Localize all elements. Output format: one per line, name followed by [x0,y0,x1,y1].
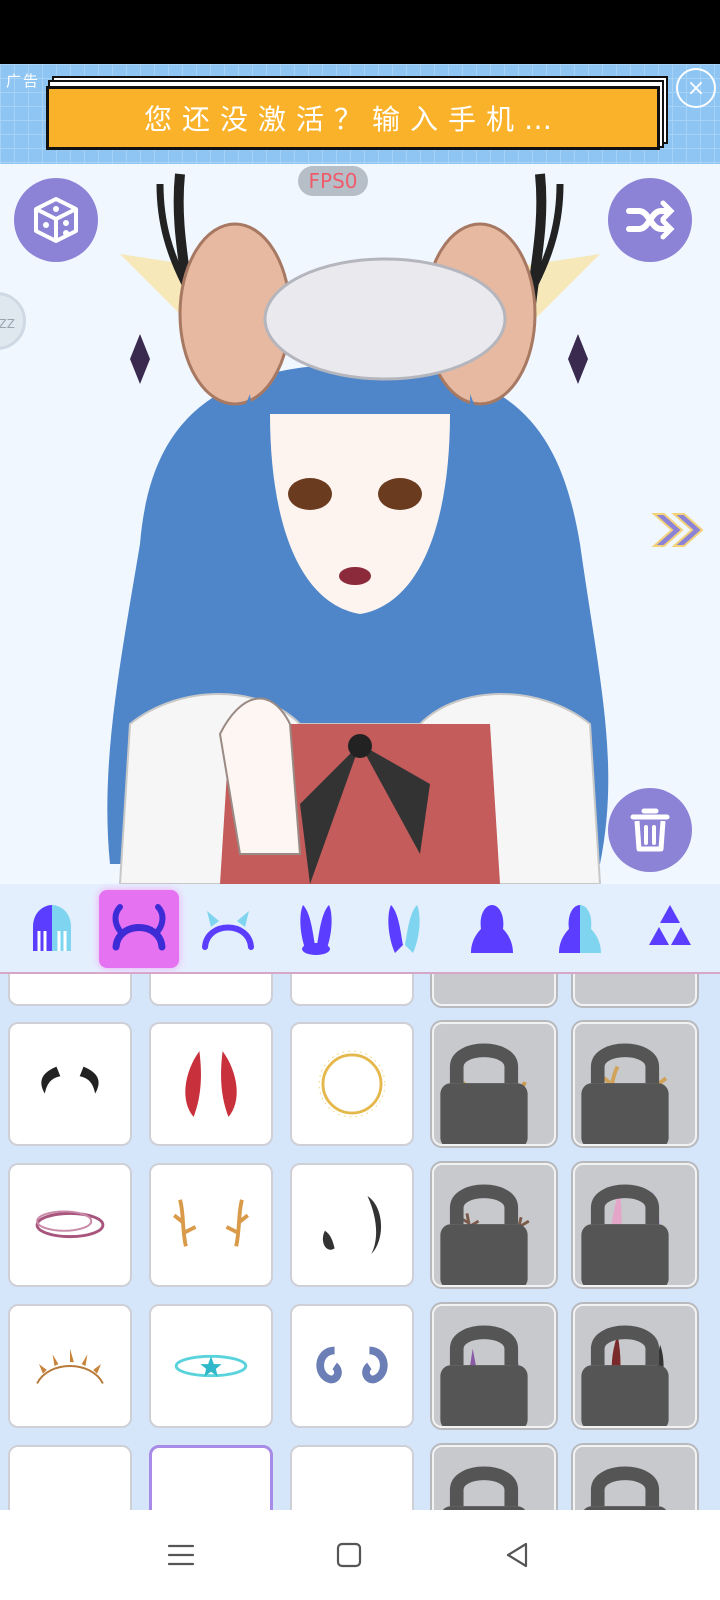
shuffle-button[interactable] [608,178,692,262]
item-tile[interactable] [290,974,414,1006]
character-stage: FPS0 ZZ [0,164,720,884]
item-ram-horns[interactable] [290,1304,414,1428]
item-grid [0,974,720,1510]
golden-halo-icon [318,1050,386,1118]
item-black-curved-horns[interactable] [8,1022,132,1146]
item-tile[interactable] [290,1445,414,1510]
item-tile-locked[interactable] [573,1445,697,1510]
item-purple-spikes[interactable] [432,1304,556,1428]
item-golden-branch-horns[interactable] [432,1022,556,1146]
nav-home-button[interactable] [326,1532,372,1578]
deer-antlers-icon [173,1199,249,1247]
dice-icon [34,197,78,243]
lock-icon [440,1043,528,1144]
ad-close-button[interactable]: × [676,68,716,108]
hair-icon [33,905,71,951]
horns-headband-icon [112,904,166,951]
lock-icon [581,1184,669,1285]
ad-tag: 广告 [6,72,41,90]
menu-icon [167,1544,195,1566]
category-triforce[interactable] [630,890,710,968]
hood-icon [471,905,513,953]
item-golden-antlers[interactable] [573,1022,697,1146]
bunny-ears-alt-icon [388,905,420,953]
item-tile-selected[interactable] [149,1445,273,1510]
item-spiked-crown[interactable] [8,1304,132,1428]
category-bunny-ears[interactable] [276,890,356,968]
cyan-star-halo-icon [174,1354,248,1378]
next-page-button[interactable] [650,510,706,554]
shuffle-icon [626,200,675,240]
lock-icon [440,1325,528,1426]
system-nav-bar [0,1510,720,1600]
item-cyan-star-halo[interactable] [149,1304,273,1428]
lock-icon [440,1184,528,1285]
item-deer-antlers[interactable] [149,1163,273,1287]
category-bunny-ears-alt[interactable] [364,890,444,968]
nav-menu-button[interactable] [158,1532,204,1578]
nav-back-button[interactable] [494,1532,540,1578]
item-pink-ring-halo[interactable] [8,1163,132,1287]
double-chevron-right-icon [651,513,704,547]
item-golden-halo[interactable] [290,1022,414,1146]
black-horns-icon [41,1066,99,1094]
ad-message[interactable]: 您还没激活？输入手机… [46,86,660,150]
back-icon [506,1542,528,1568]
item-tile[interactable] [8,974,132,1006]
status-bar [0,0,720,64]
random-dice-button[interactable] [14,178,98,262]
lock-icon [583,1466,667,1510]
item-brown-antlers[interactable] [432,1163,556,1287]
item-tile-locked[interactable] [432,1445,556,1510]
ram-horns-icon [316,1346,388,1384]
item-pastel-unicorn-horns[interactable] [573,1163,697,1287]
item-tile[interactable] [8,1445,132,1510]
split-hood-icon [559,905,601,953]
item-black-demon-horns[interactable] [290,1163,414,1287]
lock-icon [581,1043,669,1144]
headband-icon [202,911,254,950]
triforce-icon [649,905,691,945]
home-icon [336,1542,362,1568]
category-split-hood[interactable] [540,890,620,968]
category-headband[interactable] [188,890,268,968]
lock-icon [581,1325,669,1426]
category-hair[interactable] [12,890,92,968]
bunny-ears-icon [300,905,332,955]
lock-icon [442,1466,526,1510]
character-illustration [107,173,609,884]
red-horns-icon [185,1051,237,1117]
item-red-horns[interactable] [149,1022,273,1146]
delete-button[interactable] [608,788,692,872]
spiked-crown-icon [36,1348,104,1384]
category-horns[interactable] [99,890,179,968]
pink-ring-halo-icon [35,1210,105,1239]
item-tile[interactable] [149,974,273,1006]
black-demon-horns-icon [322,1195,382,1255]
category-hood[interactable] [452,890,532,968]
category-bar [0,884,720,974]
fps-counter: FPS0 [298,166,368,196]
ad-banner[interactable]: 广告 您还没激活？输入手机… × [0,64,720,164]
item-red-bow-horns[interactable] [573,1304,697,1428]
item-tile-locked[interactable] [432,974,556,1006]
trash-icon [630,808,670,852]
item-tile-locked[interactable] [573,974,697,1006]
